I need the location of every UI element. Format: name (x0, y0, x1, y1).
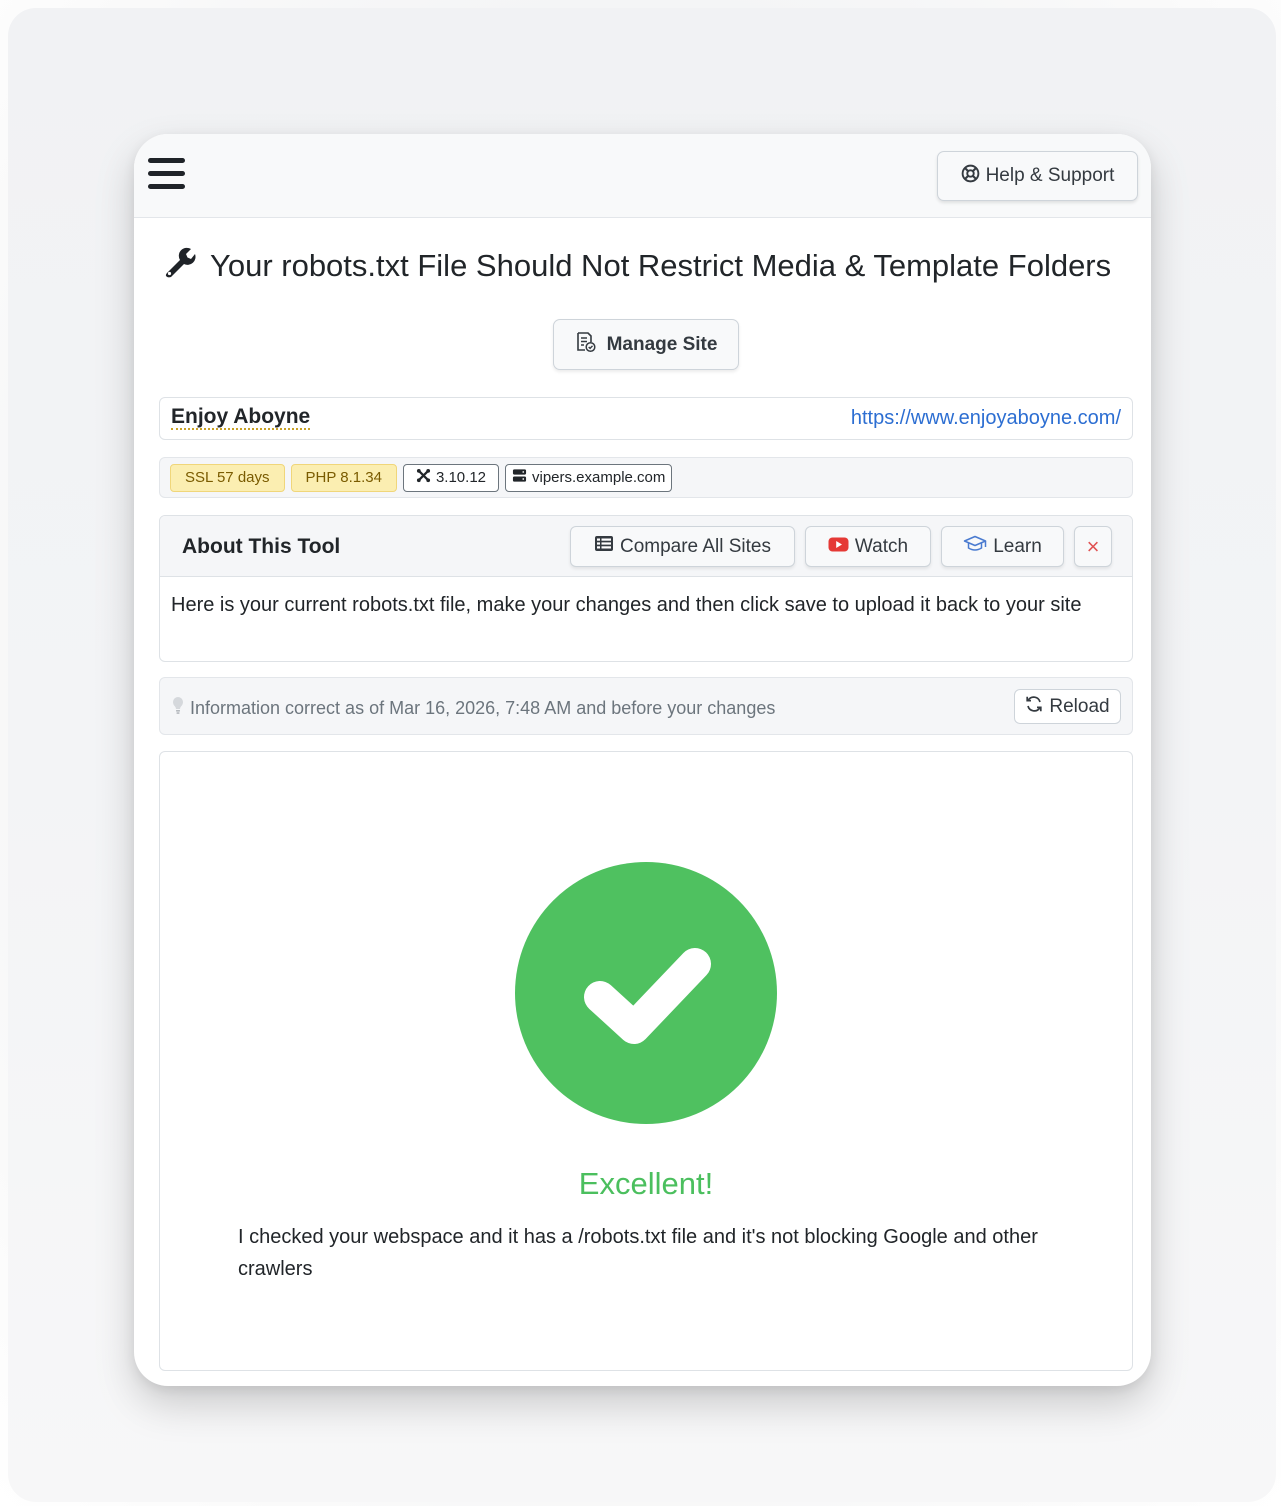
youtube-icon (828, 536, 849, 558)
compare-all-sites-button[interactable]: Compare All Sites (570, 526, 795, 567)
close-panel-button[interactable]: × (1074, 526, 1112, 567)
server-icon (512, 468, 527, 487)
table-list-icon (594, 535, 614, 558)
lifebuoy-icon (961, 164, 980, 189)
about-tool-panel: About This Tool Compare All Sites Watch … (159, 515, 1133, 662)
result-panel: Excellent! I checked your webspace and i… (159, 751, 1133, 1371)
ssl-badge[interactable]: SSL 57 days (170, 463, 285, 492)
help-support-button[interactable]: Help & Support (937, 151, 1138, 201)
manage-site-icon (575, 331, 597, 359)
cms-version-badge[interactable]: 3.10.12 (402, 463, 499, 492)
menu-icon[interactable] (148, 158, 186, 192)
php-badge[interactable]: PHP 8.1.34 (290, 463, 397, 492)
info-bar: Information correct as of Mar 16, 2026, … (159, 677, 1133, 735)
refresh-icon (1025, 695, 1043, 719)
compare-all-sites-label: Compare All Sites (619, 535, 771, 557)
wrench-icon (164, 245, 198, 287)
page-title-text: Your robots.txt File Should Not Restrict… (210, 248, 1112, 283)
result-heading: Excellent! (578, 1166, 714, 1201)
help-support-label: Help & Support (985, 165, 1115, 186)
page-title: Your robots.txt File Should Not Restrict… (164, 246, 1134, 286)
site-url-link[interactable]: https://www.enjoyaboyne.com/ (851, 407, 1121, 430)
learn-label: Learn (993, 535, 1042, 557)
host-label: vipers.example.com (532, 469, 666, 486)
host-badge[interactable]: vipers.example.com (505, 463, 673, 492)
graduation-cap-icon (963, 535, 987, 559)
reload-button[interactable]: Reload (1014, 689, 1121, 724)
top-bar: Help & Support (134, 134, 1151, 218)
cms-version-label: 3.10.12 (435, 469, 486, 486)
reload-label: Reload (1049, 695, 1110, 717)
close-icon: × (1086, 533, 1100, 559)
site-info-bar: Enjoy Aboyne https://www.enjoyaboyne.com… (159, 397, 1133, 440)
site-badges-bar: SSL 57 days PHP 8.1.34 3.10.12 vipers.ex… (159, 457, 1133, 498)
manage-site-label: Manage Site (606, 333, 718, 355)
site-name[interactable]: Enjoy Aboyne (171, 406, 311, 430)
learn-button[interactable]: Learn (941, 526, 1064, 567)
watch-label: Watch (854, 535, 909, 557)
manage-site-button[interactable]: Manage Site (553, 319, 739, 370)
about-tool-header: About This Tool Compare All Sites Watch … (160, 516, 1132, 577)
info-message: Information correct as of Mar 16, 2026, … (172, 696, 775, 720)
about-tool-title: About This Tool (182, 535, 341, 558)
app-window: Help & Support Your robots.txt File Shou… (134, 134, 1151, 1386)
lightbulb-icon (172, 696, 184, 720)
success-check-icon (515, 862, 777, 1124)
about-tool-description: Here is your current robots.txt file, ma… (171, 594, 1082, 616)
result-message: I checked your webspace and it has a /ro… (238, 1226, 1038, 1280)
watch-button[interactable]: Watch (805, 526, 931, 567)
joomla-icon (416, 468, 431, 487)
info-text: Information correct as of Mar 16, 2026, … (190, 697, 776, 718)
